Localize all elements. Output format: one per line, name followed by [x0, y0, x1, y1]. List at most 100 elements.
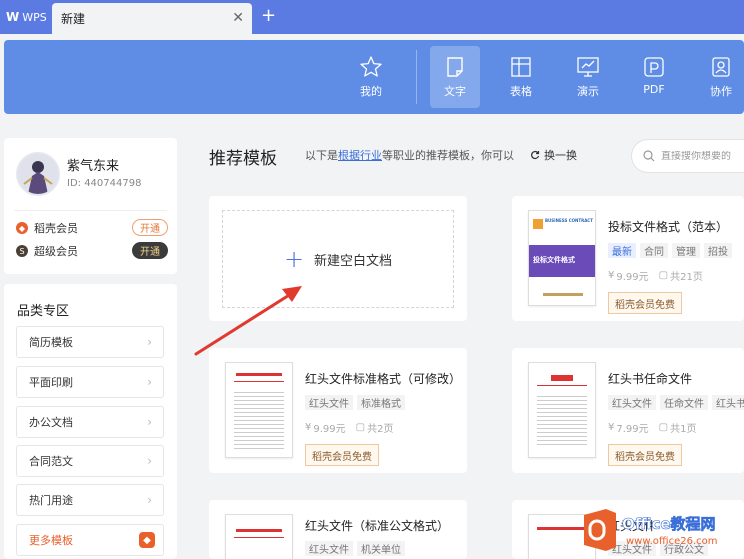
template-thumbnail: BUSINESS CONTRACT 投标文件格式: [528, 210, 596, 306]
tag[interactable]: 红头文件: [608, 395, 656, 410]
chevron-right-icon: ›: [147, 415, 152, 429]
template-meta: ¥7.99元 ▢ 共1页: [608, 420, 696, 435]
member-free-button[interactable]: 稻壳会员免费: [305, 444, 379, 466]
nav-divider: [416, 50, 417, 104]
member-free-button[interactable]: 稻壳会员免费: [608, 292, 682, 314]
site-watermark: Office教程网 www.office26.com: [578, 503, 744, 559]
tag-row: 红头文件 标准格式: [305, 395, 405, 410]
template-name[interactable]: 红头文件（标准公文格式）: [305, 517, 449, 534]
tag[interactable]: 红头文件: [305, 541, 353, 556]
red-header-line: [236, 373, 282, 376]
more-badge-icon: ◆: [139, 532, 155, 548]
pages-icon: ▢: [658, 270, 669, 281]
avatar[interactable]: [16, 152, 60, 196]
pages-icon: ▢: [658, 422, 669, 433]
close-icon[interactable]: ✕: [232, 10, 244, 26]
nav-collaboration[interactable]: 协作: [696, 46, 744, 108]
category-popular-uses[interactable]: 热门用途 ›: [16, 484, 164, 516]
tag[interactable]: 红头文件: [305, 395, 353, 410]
docer-member-icon: ◆: [16, 222, 28, 234]
nav-pdf[interactable]: PDF: [629, 46, 679, 108]
nav-mine[interactable]: 我的: [346, 46, 396, 108]
tag[interactable]: 管理: [672, 243, 700, 258]
cover-band: 投标文件格式: [529, 245, 595, 277]
page-count: 共21页: [670, 272, 703, 283]
red-header-line: [236, 529, 282, 532]
text-lines: [234, 389, 284, 449]
tag[interactable]: 合同: [640, 243, 668, 258]
red-header-block: [551, 375, 573, 381]
search-input[interactable]: [661, 150, 741, 162]
category-label: 办公文档: [29, 416, 73, 429]
category-resume[interactable]: 简历模板 ›: [16, 326, 164, 358]
price: 9.99元: [313, 424, 346, 435]
category-office-docs[interactable]: 办公文档 ›: [16, 406, 164, 438]
desc-suffix: 等职业的推荐模板，你可以: [382, 149, 514, 162]
document-icon: [447, 57, 463, 77]
member-label: 超级会员: [34, 245, 78, 258]
category-label: 简历模板: [29, 336, 73, 349]
title-bar: W WPS 新建 ✕ +: [0, 0, 744, 34]
nav-presentation[interactable]: 演示: [563, 46, 613, 108]
desc-prefix: 以下是: [305, 149, 338, 162]
watermark-url: www.office26.com: [626, 536, 718, 547]
wps-tab-label: WPS: [22, 10, 47, 24]
nav-writer[interactable]: 文字: [430, 46, 480, 108]
text-lines: [537, 393, 587, 447]
price: 9.99元: [616, 272, 649, 283]
template-search[interactable]: [631, 139, 744, 173]
nav-label: 表格: [510, 85, 532, 98]
new-document-tab[interactable]: 新建 ✕: [52, 3, 252, 34]
category-title: 品类专区: [17, 304, 70, 319]
tag[interactable]: 招投: [704, 243, 732, 258]
open-super-member-button[interactable]: 开通: [132, 242, 168, 259]
template-card[interactable]: 红头文件标准格式（可修改） 红头文件 标准格式 ¥9.99元 ▢ 共2页 稻壳会员…: [209, 348, 467, 473]
member-free-button[interactable]: 稻壳会员免费: [608, 444, 682, 466]
template-meta: ¥9.99元 ▢ 共2页: [305, 420, 393, 435]
pdf-icon: [644, 57, 664, 77]
tag-row: 红头文件 机关单位: [305, 541, 405, 556]
wps-logo-icon: W: [6, 10, 20, 24]
category-more-templates[interactable]: 更多模板 ◆: [16, 524, 164, 556]
nav-label: PDF: [643, 83, 665, 96]
template-name[interactable]: 红头文件标准格式（可修改）: [305, 370, 461, 387]
open-docer-member-button[interactable]: 开通: [132, 219, 168, 236]
chevron-right-icon: ›: [147, 493, 152, 507]
category-print[interactable]: 平面印刷 ›: [16, 366, 164, 398]
category-panel: 品类专区 简历模板 › 平面印刷 › 办公文档 › 合同范文 › 热门用途 › 更多模板 ◆: [4, 284, 177, 559]
cover-title: 投标文件格式: [533, 256, 575, 264]
pages-icon: ▢: [355, 422, 366, 433]
red-rule: [537, 385, 587, 386]
chevron-right-icon: ›: [147, 375, 152, 389]
page-title: 推荐模板: [209, 149, 277, 169]
category-label: 平面印刷: [29, 376, 73, 389]
tag[interactable]: 标准格式: [357, 395, 405, 410]
collab-icon: [712, 57, 730, 77]
red-rule: [234, 537, 284, 538]
tag[interactable]: 任命文件: [660, 395, 708, 410]
tag[interactable]: 红头书: [712, 395, 744, 410]
user-name: 紫气东来: [67, 159, 120, 174]
industry-link[interactable]: 根据行业: [338, 147, 382, 163]
category-contracts[interactable]: 合同范文 ›: [16, 445, 164, 477]
cover-header: BUSINESS CONTRACT: [529, 217, 595, 232]
refresh-icon: [531, 150, 540, 160]
template-card[interactable]: 红头文件（标准公文格式） 红头文件 机关单位: [209, 500, 467, 559]
template-card[interactable]: BUSINESS CONTRACT 投标文件格式 投标文件格式（范本） 最新 合…: [512, 196, 744, 321]
template-card[interactable]: 红头书任命文件 红头文件 任命文件 红头书 ¥7.99元 ▢ 共1页 稻壳会员免费: [512, 348, 744, 473]
nav-spreadsheet[interactable]: 表格: [496, 46, 546, 108]
category-label: 合同范文: [29, 455, 73, 468]
template-name[interactable]: 投标文件格式（范本）: [608, 218, 728, 235]
tag-row: 红头文件 任命文件 红头书: [608, 395, 744, 410]
template-name[interactable]: 红头书任命文件: [608, 370, 692, 387]
price-icon: ¥: [608, 422, 615, 433]
table-icon: [511, 57, 531, 77]
super-member-row: S 超级会员 开通: [16, 242, 168, 260]
page-count: 共2页: [367, 424, 394, 435]
wps-app-tab[interactable]: W WPS: [0, 0, 50, 34]
tag[interactable]: 机关单位: [357, 541, 405, 556]
add-tab-icon[interactable]: +: [261, 6, 276, 26]
tag[interactable]: 最新: [608, 243, 636, 258]
new-blank-label: 新建空白文档: [314, 253, 393, 269]
refresh-button[interactable]: 换一换: [530, 147, 577, 163]
